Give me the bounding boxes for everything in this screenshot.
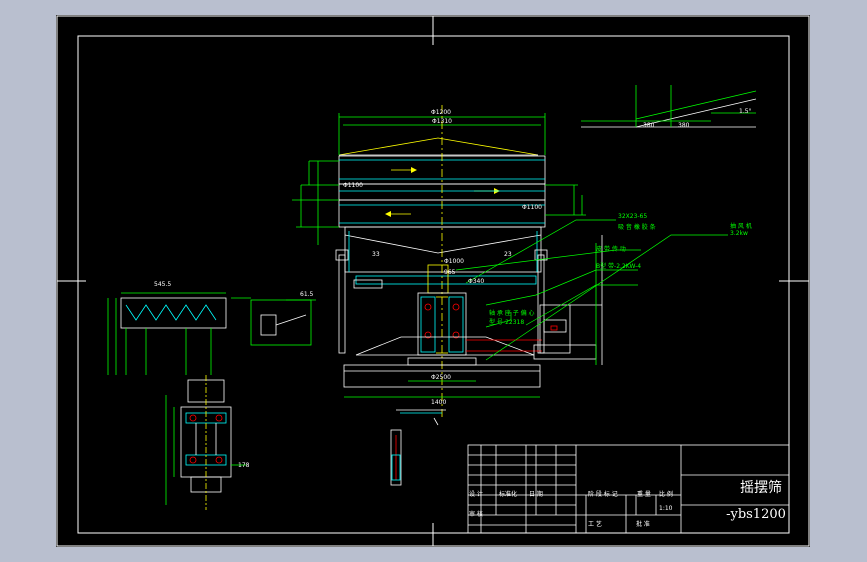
callout-motor-note2: 吸 音 橡 胶 条 <box>618 224 656 231</box>
dim-side: 33 <box>372 251 380 258</box>
dim-deck1: Φ1100 <box>343 182 363 189</box>
tb-std-label: 标准化 <box>499 491 518 498</box>
dim-side2: 23 <box>504 251 512 258</box>
dim-top-dia: Φ1200 <box>431 109 451 116</box>
sieve-lid <box>338 137 539 156</box>
tb-approve-label: 批 准 <box>636 521 650 528</box>
motor <box>539 304 571 354</box>
left-leg <box>338 254 346 354</box>
shaft-detail <box>390 429 402 486</box>
dim-280-1: 380 <box>643 122 655 129</box>
tb-check-label: 审 核 <box>469 511 483 518</box>
tb-date-label: 日 期 <box>529 491 543 498</box>
dim-250: Φ340 <box>468 278 485 285</box>
tb-ratio-label: 比 例 <box>659 491 673 498</box>
tb-weight-label: 重 量 <box>637 491 651 498</box>
bearing-assembly <box>180 406 232 478</box>
dim-left-545: 545.5 <box>154 281 172 288</box>
callout-motor-note: 32X23-65 <box>618 213 648 220</box>
dim-965: 965 <box>444 269 456 276</box>
dim-bottom: 1400 <box>431 399 447 406</box>
tb-drawn-label: 设 计 <box>469 491 483 498</box>
dim-angle: 1.5° <box>739 108 752 115</box>
drawing-sheet: 摇摆筛 -ybs1200 设 计 审 核 标准化 日 期 阶 段 标 记 重 量… <box>56 15 810 547</box>
left-screen-section <box>120 297 227 329</box>
slope-detail <box>581 85 757 128</box>
dim-280-2: 380 <box>678 122 690 129</box>
callout-belt-note: 皮 带 传 动 <box>596 246 626 253</box>
drawing-title: 摇摆筛 <box>740 480 782 496</box>
callout-right-note1: 抽 风 机 <box>730 223 752 230</box>
clamp-detail <box>250 299 312 346</box>
dim-left-61: 61.5 <box>300 291 314 298</box>
tb-scale-value: 1:10 <box>659 505 673 512</box>
dim-deck2: Φ1100 <box>522 204 542 211</box>
callout-bearing-note2: 型 号-22318 <box>489 319 525 326</box>
left-detail <box>107 292 316 510</box>
dim-top-dia2: Φ1310 <box>432 118 452 125</box>
callout-bearing-note: 轴 承 座 子 偏 心 <box>489 310 535 317</box>
dim-phi1: Φ1000 <box>444 258 464 265</box>
tb-process-label: 工 艺 <box>588 521 602 528</box>
dim-left-178: 178 <box>238 462 250 469</box>
tb-stage-label: 阶 段 标 记 <box>588 491 618 498</box>
drawing-model: -ybs1200 <box>726 507 786 522</box>
callout-right-note2: 3.2kw <box>730 230 748 237</box>
callout-belt-note2: B型 带-2.2KW-4 <box>596 263 642 270</box>
callouts <box>455 219 728 361</box>
cross-beam <box>355 275 537 285</box>
dim-base: Φ2500 <box>431 374 451 381</box>
